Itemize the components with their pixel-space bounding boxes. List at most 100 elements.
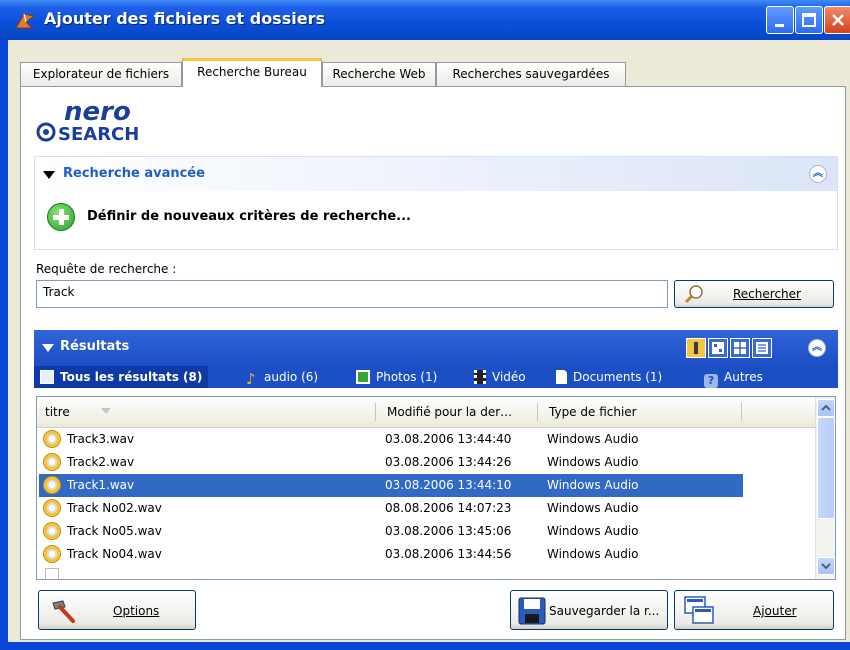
- advanced-search-header[interactable]: Recherche avancée ︽: [35, 157, 837, 191]
- advanced-search-title[interactable]: Recherche avancée: [63, 166, 205, 181]
- table-row-partial[interactable]: [39, 566, 743, 579]
- filter-all-label: Tous les résultats (8): [60, 370, 203, 384]
- info-icon: [694, 342, 698, 354]
- filter-photos[interactable]: Photos (1): [356, 366, 437, 388]
- view-tiles-button[interactable]: [730, 338, 750, 358]
- tab-desktop-search[interactable]: Recherche Bureau: [182, 58, 322, 87]
- add-button-label: Ajouter: [753, 604, 797, 618]
- nero-search-logo: nero SEARCH: [36, 97, 139, 145]
- chevron-up-icon: [821, 404, 831, 411]
- audio-file-icon: [43, 545, 61, 563]
- audio-file-icon: [43, 476, 61, 494]
- logo-nero-text: nero: [64, 97, 131, 127]
- scroll-down-button[interactable]: [817, 557, 835, 575]
- view-thumbnails-button[interactable]: [708, 338, 728, 358]
- filter-others-label: Autres: [724, 370, 763, 384]
- view-details-pane-button[interactable]: [686, 338, 706, 358]
- filter-audio-label: audio (6): [264, 370, 319, 384]
- window-frame-left: [0, 40, 8, 650]
- music-note-icon: ♪: [246, 370, 256, 388]
- results-title: Résultats: [60, 339, 130, 354]
- search-button-label: Rechercher: [733, 287, 801, 301]
- results-list: titre Modifié pour la der… Type de fichi…: [36, 396, 836, 580]
- close-button[interactable]: [824, 6, 850, 34]
- list-header: titre Modifié pour la der… Type de fichi…: [37, 397, 815, 428]
- options-button[interactable]: Options: [38, 590, 196, 630]
- tab-saved-searches[interactable]: Recherches sauvegardées: [436, 62, 626, 86]
- audio-file-icon: [43, 522, 61, 540]
- column-title[interactable]: titre: [45, 405, 70, 419]
- results-header: Résultats ︽: [34, 330, 838, 366]
- add-files-icon: [684, 596, 714, 624]
- minimize-button[interactable]: [766, 6, 794, 34]
- scroll-thumb[interactable]: [817, 417, 835, 519]
- advanced-search-panel: Recherche avancée ︽ Définir de nouveaux …: [34, 156, 838, 250]
- minimize-icon: [775, 24, 784, 27]
- table-row[interactable]: Track2.wav 03.08.2006 13:44:26 Windows A…: [39, 451, 743, 474]
- audio-file-icon: [43, 453, 61, 471]
- tiles-icon: [734, 342, 746, 354]
- chevron-down-icon: [821, 563, 831, 570]
- scroll-up-button[interactable]: [817, 399, 835, 417]
- filter-video[interactable]: Vidéo: [474, 366, 526, 388]
- filter-video-label: Vidéo: [492, 370, 526, 384]
- search-button[interactable]: Rechercher: [674, 280, 834, 308]
- help-icon: ?: [704, 374, 718, 388]
- title-bar: Ajouter des fichiers et dossiers: [0, 0, 850, 40]
- table-row[interactable]: Track3.wav 03.08.2006 13:44:40 Windows A…: [39, 428, 743, 451]
- logo-search-text: SEARCH: [58, 124, 139, 145]
- expand-triangle-icon: [43, 171, 55, 179]
- list-icon: [756, 342, 768, 354]
- vertical-scrollbar[interactable]: [815, 397, 835, 579]
- sort-down-icon: [101, 408, 111, 414]
- chevron-up-icon: ︽: [813, 168, 823, 179]
- query-label: Requête de recherche :: [36, 262, 177, 276]
- results-triangle-icon: [42, 344, 54, 352]
- advanced-search-body: Définir de nouveaux critères de recherch…: [35, 191, 837, 249]
- maximize-icon: [802, 13, 816, 27]
- all-results-icon: [40, 370, 54, 384]
- filter-documents-label: Documents (1): [573, 370, 663, 384]
- table-row[interactable]: Track No02.wav 08.08.2006 14:07:23 Windo…: [39, 497, 743, 520]
- filter-others[interactable]: ? Autres: [704, 366, 763, 388]
- floppy-disk-icon: [518, 597, 546, 625]
- nero-app-icon: [15, 13, 36, 29]
- thumbnails-icon: [712, 342, 724, 354]
- filter-audio[interactable]: ♪ audio (6): [246, 366, 318, 388]
- hammer-icon: [52, 600, 75, 623]
- dialog-window: Ajouter des fichiers et dossiers Explora…: [0, 0, 850, 650]
- tab-file-explorer[interactable]: Explorateur de fichiers: [20, 62, 182, 86]
- results-filter-bar: Tous les résultats (8) ♪ audio (6) Photos…: [34, 366, 838, 388]
- define-criteria-link[interactable]: Définir de nouveaux critères de recherch…: [87, 209, 411, 224]
- maximize-button[interactable]: [795, 6, 823, 34]
- options-button-label: Options: [113, 604, 160, 618]
- column-modified[interactable]: Modifié pour la der…: [387, 405, 512, 419]
- filter-photos-label: Photos (1): [376, 370, 438, 384]
- add-criteria-icon[interactable]: [47, 203, 75, 231]
- filter-documents[interactable]: Documents (1): [556, 366, 662, 388]
- magnifier-icon: [684, 285, 703, 304]
- save-search-button[interactable]: Sauvegarder la r...: [510, 590, 668, 630]
- collapse-advanced-button[interactable]: ︽: [809, 165, 827, 183]
- table-row-selected[interactable]: Track1.wav 03.08.2006 13:44:10 Windows A…: [39, 474, 743, 497]
- filter-all-results[interactable]: Tous les résultats (8): [34, 366, 209, 388]
- audio-file-icon: [43, 430, 61, 448]
- tab-web-search[interactable]: Recherche Web: [322, 62, 436, 86]
- close-icon: [832, 14, 844, 26]
- photo-icon: [356, 370, 370, 384]
- table-row[interactable]: Track No05.wav 03.08.2006 13:45:06 Windo…: [39, 520, 743, 543]
- window-frame-bottom: [0, 642, 850, 650]
- table-row[interactable]: Track No04.wav 03.08.2006 13:44:56 Windo…: [39, 543, 743, 566]
- chevron-up-icon: ︽: [812, 342, 822, 353]
- query-input[interactable]: Track: [36, 280, 668, 308]
- bitmap-file-icon: [45, 568, 59, 579]
- window-title: Ajouter des fichiers et dossiers: [44, 9, 325, 28]
- view-list-button[interactable]: [752, 338, 772, 358]
- document-icon: [556, 370, 567, 384]
- audio-file-icon: [43, 499, 61, 517]
- add-button[interactable]: Ajouter: [674, 590, 834, 630]
- column-file-type[interactable]: Type de fichier: [549, 405, 637, 419]
- save-button-label: Sauvegarder la r...: [549, 604, 660, 618]
- film-icon: [474, 370, 486, 384]
- collapse-results-button[interactable]: ︽: [808, 339, 826, 357]
